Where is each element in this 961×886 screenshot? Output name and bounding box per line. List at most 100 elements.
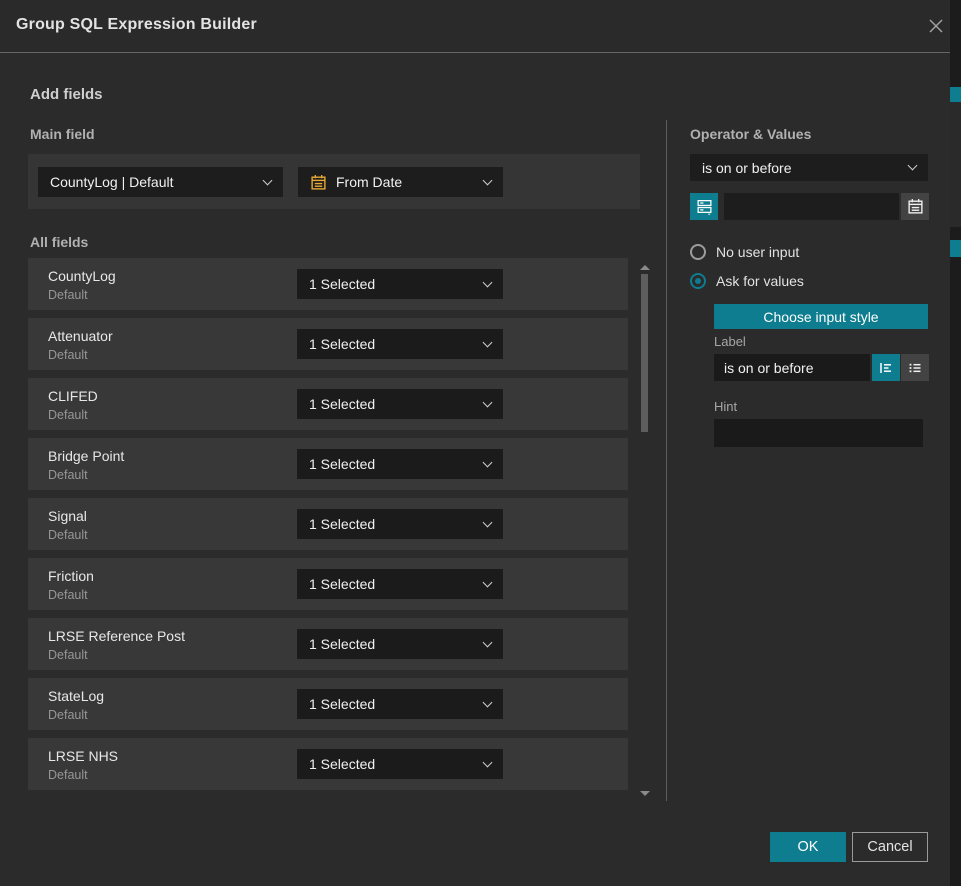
field-values-select[interactable]: 1 Selected bbox=[297, 749, 503, 779]
field-values-selected-label: 1 Selected bbox=[309, 636, 375, 652]
background-fragment bbox=[950, 87, 961, 102]
field-row: Signal Default 1 Selected bbox=[28, 498, 628, 550]
field-name: CLIFED bbox=[48, 388, 98, 404]
field-values-select[interactable]: 1 Selected bbox=[297, 509, 503, 539]
all-fields-list: CountyLog Default 1 Selected Attenuator … bbox=[28, 258, 628, 798]
add-fields-heading: Add fields bbox=[30, 86, 103, 103]
field-sublabel: Default bbox=[48, 288, 88, 302]
field-sublabel: Default bbox=[48, 348, 88, 362]
layer-select[interactable]: CountyLog | Default bbox=[38, 167, 283, 197]
field-name: LRSE NHS bbox=[48, 748, 118, 764]
list-icon bbox=[907, 360, 923, 376]
chevron-down-icon bbox=[483, 637, 493, 647]
chevron-down-icon bbox=[908, 161, 918, 171]
close-button[interactable] bbox=[925, 15, 947, 37]
field-values-selected-label: 1 Selected bbox=[309, 276, 375, 292]
dialog-title: Group SQL Expression Builder bbox=[16, 16, 257, 34]
chevron-down-icon bbox=[483, 577, 493, 587]
chevron-down-icon bbox=[483, 697, 493, 707]
field-values-select[interactable]: 1 Selected bbox=[297, 329, 503, 359]
field-row: CLIFED Default 1 Selected bbox=[28, 378, 628, 430]
field-values-select[interactable]: 1 Selected bbox=[297, 389, 503, 419]
background-app-edge bbox=[950, 0, 961, 886]
field-values-selected-label: 1 Selected bbox=[309, 696, 375, 712]
field-name: CountyLog bbox=[48, 268, 116, 284]
chevron-down-icon bbox=[483, 337, 493, 347]
field-name: StateLog bbox=[48, 688, 104, 704]
background-fragment bbox=[950, 102, 961, 227]
operator-select-value: is on or before bbox=[702, 160, 792, 176]
field-values-select[interactable]: 1 Selected bbox=[297, 629, 503, 659]
radio-ask-for-values[interactable]: Ask for values bbox=[690, 273, 804, 289]
field-sublabel: Default bbox=[48, 708, 88, 722]
field-sublabel: Default bbox=[48, 588, 88, 602]
field-name: Attenuator bbox=[48, 328, 113, 344]
field-values-selected-label: 1 Selected bbox=[309, 576, 375, 592]
field-name: LRSE Reference Post bbox=[48, 628, 185, 644]
field-values-select[interactable]: 1 Selected bbox=[297, 689, 503, 719]
scrollbar-thumb[interactable] bbox=[641, 274, 648, 432]
chevron-down-icon bbox=[483, 757, 493, 767]
list-style-button[interactable] bbox=[901, 354, 929, 381]
field-row: LRSE NHS Default 1 Selected bbox=[28, 738, 628, 790]
operator-select[interactable]: is on or before bbox=[690, 154, 928, 181]
close-icon bbox=[928, 18, 944, 34]
value-input[interactable] bbox=[724, 193, 899, 220]
field-values-selected-label: 1 Selected bbox=[309, 456, 375, 472]
scrollbar-down-arrow[interactable] bbox=[640, 791, 650, 796]
single-line-style-button[interactable] bbox=[872, 354, 900, 381]
label-input[interactable] bbox=[714, 354, 870, 381]
label-field-label: Label bbox=[714, 334, 746, 349]
chevron-down-icon bbox=[263, 175, 273, 185]
group-sql-expression-builder-dialog: { "colors": { "accent": "#0d7d8f", "cale… bbox=[0, 0, 961, 886]
field-values-selected-label: 1 Selected bbox=[309, 336, 375, 352]
field-row: LRSE Reference Post Default 1 Selected bbox=[28, 618, 628, 670]
main-field-select-value: From Date bbox=[336, 174, 402, 190]
panel-divider bbox=[666, 120, 667, 801]
field-name: Friction bbox=[48, 568, 94, 584]
main-field-panel: CountyLog | Default From Date bbox=[28, 154, 640, 209]
field-name: Bridge Point bbox=[48, 448, 124, 464]
chevron-down-icon bbox=[483, 175, 493, 185]
layer-select-value: CountyLog | Default bbox=[50, 174, 174, 190]
ok-button[interactable]: OK bbox=[770, 832, 846, 862]
field-values-select[interactable]: 1 Selected bbox=[297, 449, 503, 479]
field-name: Signal bbox=[48, 508, 87, 524]
date-picker-button[interactable] bbox=[901, 193, 929, 220]
stacked-values-icon bbox=[696, 198, 713, 215]
background-fragment bbox=[950, 240, 961, 257]
radio-label: No user input bbox=[716, 244, 799, 260]
align-left-icon bbox=[878, 360, 894, 376]
chevron-down-icon bbox=[483, 517, 493, 527]
choose-input-style-button[interactable]: Choose input style bbox=[714, 304, 928, 329]
field-sublabel: Default bbox=[48, 648, 88, 662]
radio-icon bbox=[690, 244, 706, 260]
radio-no-user-input[interactable]: No user input bbox=[690, 244, 799, 260]
value-source-button[interactable] bbox=[690, 193, 718, 220]
radio-icon bbox=[690, 273, 706, 289]
cancel-button[interactable]: Cancel bbox=[852, 832, 928, 862]
field-values-selected-label: 1 Selected bbox=[309, 516, 375, 532]
main-field-label: Main field bbox=[30, 126, 95, 142]
hint-field-label: Hint bbox=[714, 399, 737, 414]
field-values-selected-label: 1 Selected bbox=[309, 396, 375, 412]
operator-values-heading: Operator & Values bbox=[690, 126, 811, 142]
field-values-select[interactable]: 1 Selected bbox=[297, 569, 503, 599]
all-fields-label: All fields bbox=[30, 234, 88, 250]
field-sublabel: Default bbox=[48, 528, 88, 542]
field-values-selected-label: 1 Selected bbox=[309, 756, 375, 772]
calendar-icon bbox=[907, 198, 924, 215]
field-sublabel: Default bbox=[48, 408, 88, 422]
chevron-down-icon bbox=[483, 277, 493, 287]
hint-input[interactable] bbox=[714, 419, 923, 447]
field-sublabel: Default bbox=[48, 468, 88, 482]
scrollbar-up-arrow[interactable] bbox=[640, 265, 650, 270]
chevron-down-icon bbox=[483, 397, 493, 407]
field-row: StateLog Default 1 Selected bbox=[28, 678, 628, 730]
chevron-down-icon bbox=[483, 457, 493, 467]
dialog-titlebar: Group SQL Expression Builder bbox=[0, 0, 961, 53]
field-row: Bridge Point Default 1 Selected bbox=[28, 438, 628, 490]
main-field-select[interactable]: From Date bbox=[298, 167, 503, 197]
calendar-icon bbox=[310, 174, 327, 191]
field-values-select[interactable]: 1 Selected bbox=[297, 269, 503, 299]
